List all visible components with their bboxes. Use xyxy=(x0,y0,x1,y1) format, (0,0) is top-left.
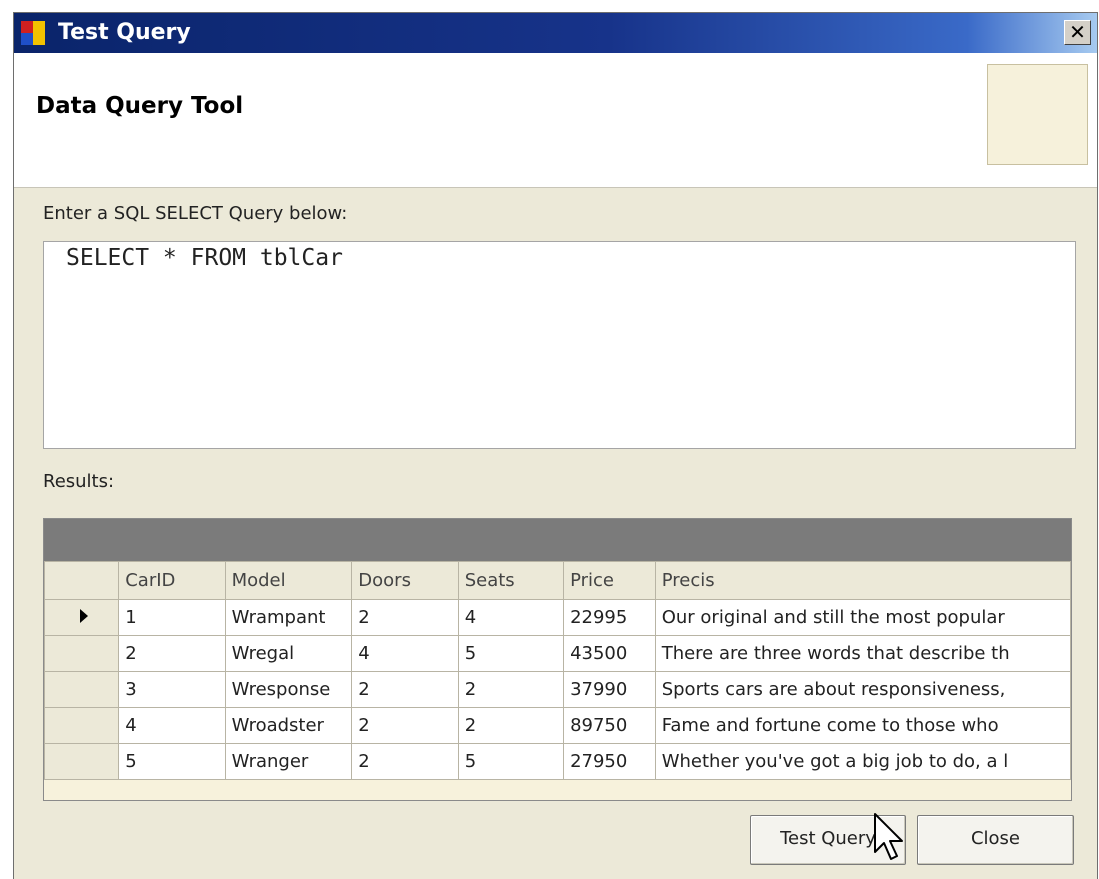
table-cell[interactable]: Wrampant xyxy=(224,599,353,636)
mouse-pointer-icon xyxy=(874,813,903,860)
table-cell[interactable]: Fame and fortune come to those who xyxy=(654,707,1071,744)
table-cell[interactable]: Sports cars are about responsiveness, xyxy=(654,671,1071,708)
table-cell[interactable]: 4 xyxy=(457,599,565,636)
window-title: Test Query xyxy=(58,20,191,45)
close-button[interactable]: Close xyxy=(917,815,1074,865)
table-row[interactable]: 2 Wregal 4 5 43500 There are three words… xyxy=(44,635,1071,672)
table-cell[interactable]: Whether you've got a big job to do, a l xyxy=(654,743,1071,780)
table-cell[interactable]: 2 xyxy=(351,599,459,636)
dialog-header: Data Query Tool xyxy=(14,53,1097,188)
table-cell[interactable]: 5 xyxy=(457,635,565,672)
table-row[interactable]: 1 Wrampant 2 4 22995 Our original and st… xyxy=(44,599,1071,636)
title-bar[interactable]: Test Query ✕ xyxy=(14,13,1097,53)
table-cell[interactable]: 37990 xyxy=(563,671,656,708)
table-cell[interactable]: Wranger xyxy=(224,743,353,780)
table-cell[interactable]: Our original and still the most popular xyxy=(654,599,1071,636)
results-label: Results: xyxy=(43,471,115,492)
page-title: Data Query Tool xyxy=(36,93,244,119)
table-cell[interactable]: 5 xyxy=(118,743,226,780)
table-cell[interactable]: Wregal xyxy=(224,635,353,672)
column-header[interactable]: Model xyxy=(224,561,353,600)
table-cell[interactable]: 27950 xyxy=(563,743,656,780)
row-selector[interactable] xyxy=(44,671,120,708)
table-row[interactable]: 5 Wranger 2 5 27950 Whether you've got a… xyxy=(44,743,1071,780)
header-image xyxy=(987,64,1088,165)
row-header-corner xyxy=(44,561,120,600)
close-icon[interactable]: ✕ xyxy=(1064,20,1091,45)
table-cell[interactable]: 43500 xyxy=(563,635,656,672)
column-header[interactable]: Price xyxy=(563,561,656,600)
table-cell[interactable]: 22995 xyxy=(563,599,656,636)
table-cell[interactable]: 2 xyxy=(351,671,459,708)
table-cell[interactable]: 4 xyxy=(118,707,226,744)
table-header-row: CarID Model Doors Seats Price Precis xyxy=(44,561,1071,600)
results-grid[interactable]: CarID Model Doors Seats Price Precis 1 W… xyxy=(43,518,1072,801)
column-header[interactable]: CarID xyxy=(118,561,226,600)
table-cell[interactable]: 89750 xyxy=(563,707,656,744)
table-cell[interactable]: 5 xyxy=(457,743,565,780)
table-cell[interactable]: There are three words that describe th xyxy=(654,635,1071,672)
query-label: Enter a SQL SELECT Query below: xyxy=(43,203,348,224)
sql-query-input[interactable]: SELECT * FROM tblCar xyxy=(43,241,1076,449)
column-header[interactable]: Seats xyxy=(457,561,565,600)
arrow-right-icon xyxy=(79,609,88,623)
table-cell[interactable]: 1 xyxy=(118,599,226,636)
table-row[interactable]: 3 Wresponse 2 2 37990 Sports cars are ab… xyxy=(44,671,1071,708)
table-cell[interactable]: 3 xyxy=(118,671,226,708)
column-header[interactable]: Doors xyxy=(351,561,459,600)
results-table: CarID Model Doors Seats Price Precis 1 W… xyxy=(44,561,1071,780)
grid-caption-bar xyxy=(44,519,1071,561)
table-cell[interactable]: Wresponse xyxy=(224,671,353,708)
row-selector[interactable] xyxy=(44,635,120,672)
test-query-window: Test Query ✕ Data Query Tool Enter a SQL… xyxy=(13,12,1098,879)
row-selector[interactable] xyxy=(44,743,120,780)
table-cell[interactable]: 2 xyxy=(457,707,565,744)
table-cell[interactable]: 2 xyxy=(351,707,459,744)
table-cell[interactable]: 4 xyxy=(351,635,459,672)
row-selector[interactable] xyxy=(44,599,120,636)
row-selector[interactable] xyxy=(44,707,120,744)
table-cell[interactable]: Wroadster xyxy=(224,707,353,744)
table-cell[interactable]: 2 xyxy=(457,671,565,708)
table-row[interactable]: 4 Wroadster 2 2 89750 Fame and fortune c… xyxy=(44,707,1071,744)
column-header[interactable]: Precis xyxy=(654,561,1071,600)
app-icon xyxy=(21,21,45,45)
table-cell[interactable]: 2 xyxy=(351,743,459,780)
table-cell[interactable]: 2 xyxy=(118,635,226,672)
